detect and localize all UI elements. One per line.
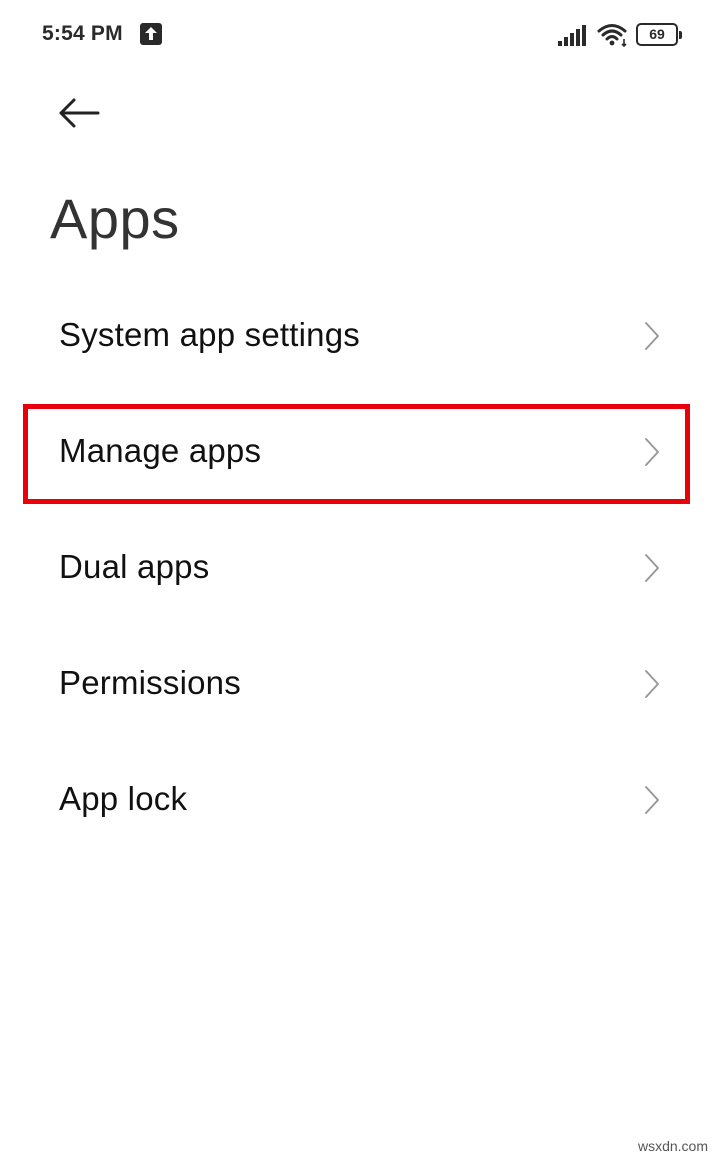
- chevron-right-icon: [645, 554, 659, 582]
- back-button[interactable]: [52, 90, 108, 136]
- chevron-right-icon: [645, 322, 659, 350]
- menu-item-label: Dual apps: [59, 548, 210, 585]
- menu-item-label: System app settings: [59, 316, 360, 353]
- chevron-right-icon: [645, 438, 659, 466]
- battery-icon: 69: [636, 23, 682, 46]
- upload-notification-icon: [140, 23, 162, 45]
- menu-item-system-app-settings[interactable]: System app settings: [0, 278, 720, 394]
- menu-item-dual-apps[interactable]: Dual apps: [0, 510, 720, 626]
- page-title: Apps: [50, 187, 180, 250]
- status-bar: 5:54 PM 69: [0, 0, 720, 70]
- menu-item-label: App lock: [59, 780, 188, 817]
- menu-item-permissions[interactable]: Permissions: [0, 626, 720, 742]
- menu-item-label: Manage apps: [59, 432, 262, 469]
- apps-menu: System app settings Manage apps Dual app…: [0, 278, 720, 858]
- menu-item-manage-apps[interactable]: Manage apps: [0, 394, 720, 510]
- battery-level: 69: [649, 26, 665, 42]
- back-arrow-icon: [59, 98, 100, 128]
- wifi-icon: [596, 22, 630, 53]
- chevron-right-icon: [645, 786, 659, 814]
- status-time: 5:54 PM: [42, 22, 123, 45]
- menu-item-app-lock[interactable]: App lock: [0, 742, 720, 858]
- menu-item-label: Permissions: [59, 664, 241, 701]
- watermark: wsxdn.com: [637, 1138, 708, 1154]
- signal-icon: [558, 24, 588, 51]
- chevron-right-icon: [645, 670, 659, 698]
